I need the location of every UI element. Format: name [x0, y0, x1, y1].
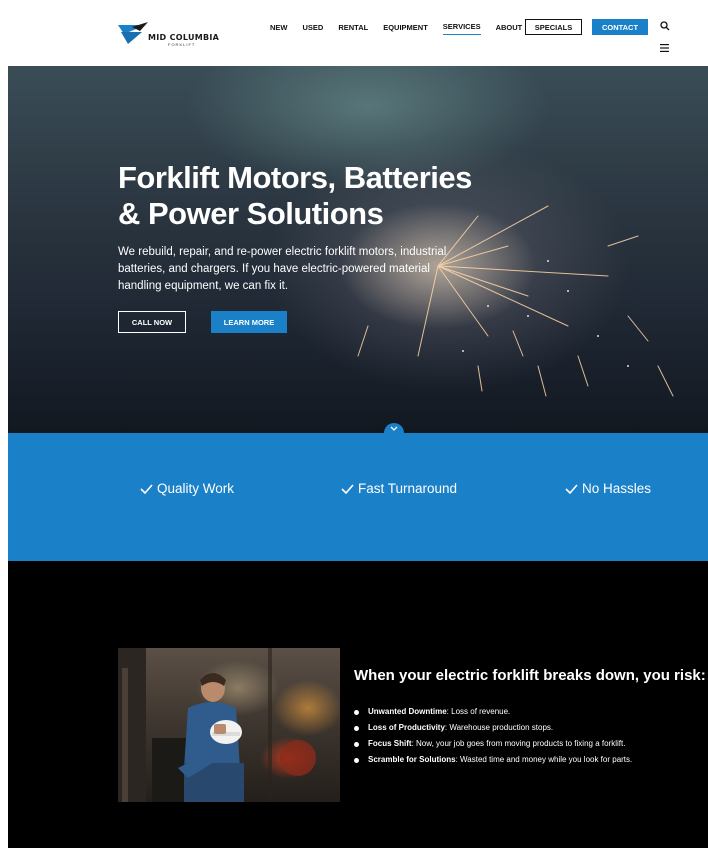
nav-services[interactable]: SERVICES — [442, 22, 481, 35]
risk-desc: : Wasted time and money while you look f… — [455, 755, 633, 764]
risk-term: Scramble for Solutions — [368, 755, 456, 764]
technician-illustration — [118, 648, 316, 802]
risk-term: Focus Shift — [368, 739, 412, 748]
nav-equipment[interactable]: EQUIPMENT — [383, 23, 428, 35]
nav-rental[interactable]: RENTAL — [338, 23, 368, 35]
feature-quality-work: Quality Work — [140, 481, 234, 496]
logo[interactable]: MID COLUMBIA FORKLIFT — [118, 22, 228, 56]
feature-label: Quality Work — [157, 481, 235, 496]
features-band: Quality Work Fast Turnaround No Hassles — [8, 433, 708, 561]
risks-list: Unwanted Downtime: Loss of revenue. Loss… — [354, 704, 632, 768]
bullet-icon — [354, 757, 359, 763]
checkmark-icon — [140, 483, 153, 494]
risks-title: When your electric forklift breaks down,… — [354, 667, 706, 684]
checkmark-icon — [565, 483, 578, 494]
chevron-down-icon — [390, 426, 398, 431]
checkmark-icon — [341, 483, 354, 494]
logo-name: MID COLUMBIA — [148, 33, 220, 42]
risk-desc: : Warehouse production stops. — [444, 723, 554, 732]
feature-fast-turnaround: Fast Turnaround — [341, 481, 457, 496]
nav-new[interactable]: NEW — [270, 23, 288, 35]
technician-photo — [118, 648, 340, 802]
search-icon[interactable] — [660, 21, 670, 31]
feature-label: Fast Turnaround — [358, 481, 458, 496]
feature-label: No Hassles — [582, 481, 652, 496]
learn-more-button[interactable]: LEARN MORE — [211, 311, 287, 333]
list-item: Focus Shift: Now, your job goes from mov… — [354, 736, 632, 752]
feature-no-hassles: No Hassles — [565, 481, 651, 496]
hero-title-line2: & Power Solutions — [118, 196, 384, 231]
main-nav: NEW USED RENTAL EQUIPMENT SERVICES ABOUT — [270, 22, 537, 35]
bullet-icon — [354, 725, 359, 731]
bullet-icon — [354, 741, 359, 747]
hero-title-line1: Forklift Motors, Batteries — [118, 160, 472, 195]
risk-desc: : Now, your job goes from moving product… — [411, 739, 626, 748]
nav-used[interactable]: USED — [303, 23, 324, 35]
specials-button[interactable]: SPECIALS — [525, 19, 582, 35]
risk-desc: : Loss of revenue. — [446, 707, 511, 716]
list-item: Scramble for Solutions: Wasted time and … — [354, 752, 632, 768]
list-item: Loss of Productivity: Warehouse producti… — [354, 720, 632, 736]
contact-button[interactable]: CONTACT — [592, 19, 648, 35]
risks-section: When your electric forklift breaks down,… — [8, 561, 708, 848]
hero-section: Forklift Motors, Batteries & Power Solut… — [8, 66, 708, 433]
risk-term: Unwanted Downtime — [368, 707, 447, 716]
risk-term: Loss of Productivity — [368, 723, 445, 732]
list-item: Unwanted Downtime: Loss of revenue. — [354, 704, 632, 720]
hero-description: We rebuild, repair, and re-power electri… — [118, 246, 447, 292]
call-now-button[interactable]: CALL NOW — [118, 311, 186, 333]
logo-sub: FORKLIFT — [168, 42, 196, 47]
bullet-icon — [354, 709, 359, 715]
nav-about[interactable]: ABOUT — [496, 23, 523, 35]
logo-mark-icon — [118, 22, 148, 44]
site-header: MID COLUMBIA FORKLIFT NEW USED RENTAL EQ… — [8, 8, 708, 66]
hero-title: Forklift Motors, Batteries & Power Solut… — [118, 160, 478, 232]
hamburger-menu-icon[interactable] — [660, 44, 669, 52]
